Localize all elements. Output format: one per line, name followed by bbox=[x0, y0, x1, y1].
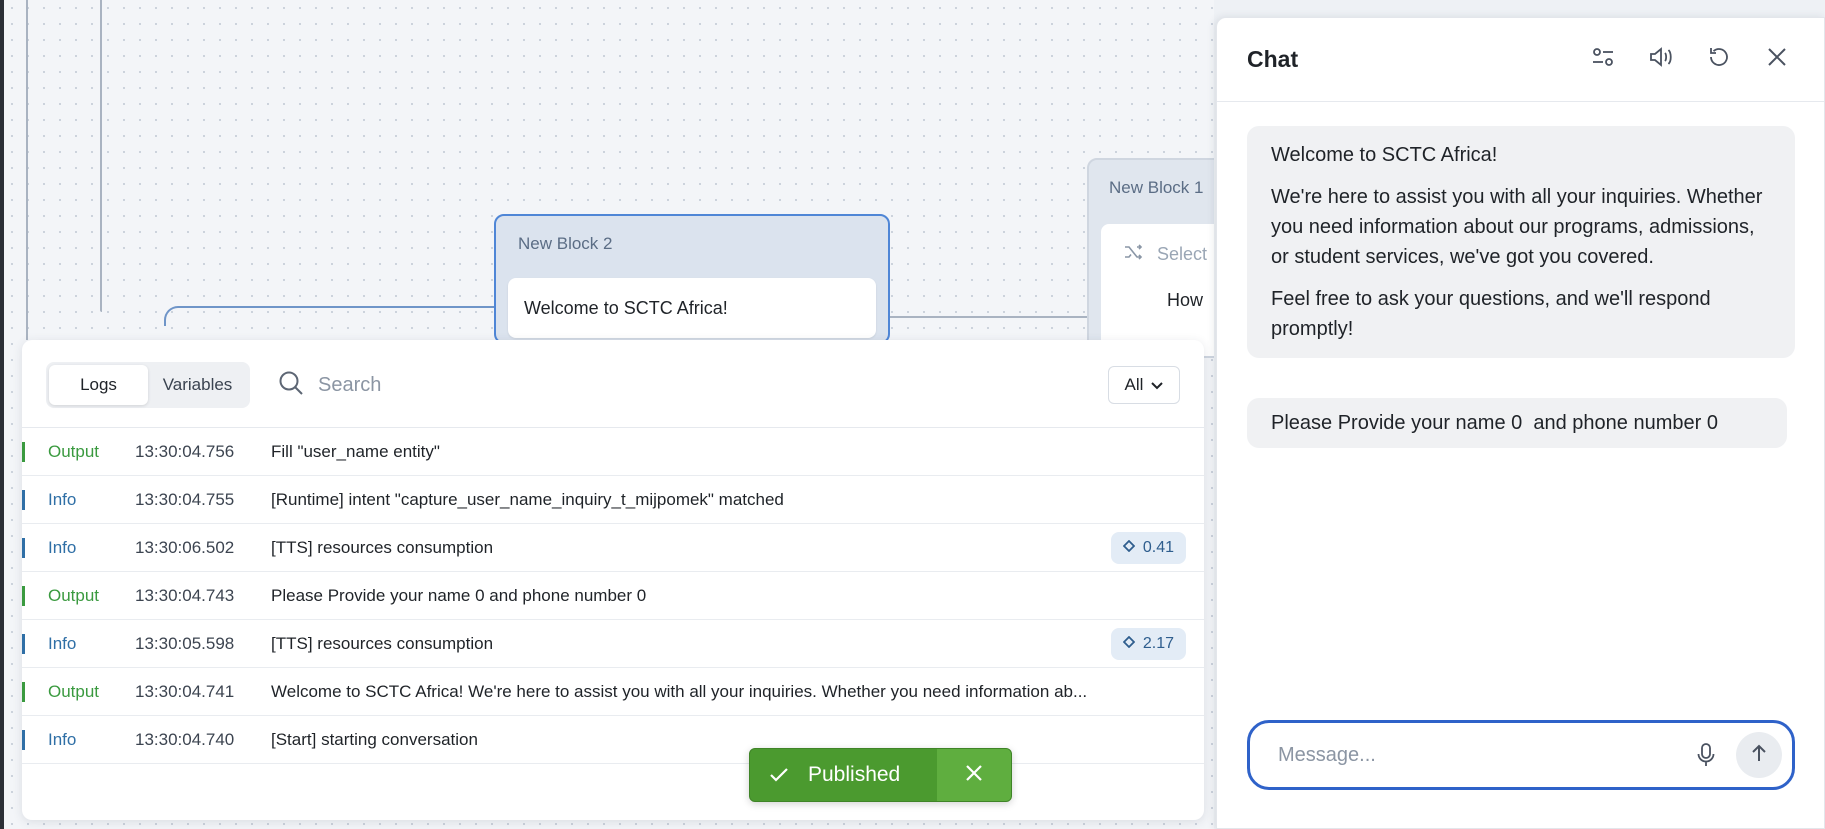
log-level-indicator bbox=[22, 634, 25, 654]
log-level: Info bbox=[48, 537, 77, 557]
log-level: Info bbox=[48, 729, 77, 749]
token-usage-value: 0.41 bbox=[1142, 539, 1174, 556]
log-level: Output bbox=[48, 681, 100, 701]
logs-toolbar: Logs Variables All bbox=[22, 340, 1204, 428]
logs-search bbox=[278, 362, 878, 408]
log-message: Welcome to SCTC Africa! We're here to as… bbox=[271, 681, 1088, 701]
bot-message: Please Provide your name 0 and phone num… bbox=[1247, 398, 1787, 448]
send-button[interactable] bbox=[1736, 732, 1782, 778]
log-message: [TTS] resources consumption bbox=[271, 537, 494, 557]
log-timestamp: 13:30:04.755 bbox=[135, 489, 235, 509]
block-title: New Block 1 bbox=[1109, 178, 1204, 197]
token-usage-badge: 0.41 bbox=[1110, 532, 1186, 564]
toast-label: Published bbox=[808, 763, 901, 786]
block-title: New Block 2 bbox=[518, 234, 613, 253]
log-message: Fill "user_name entity" bbox=[271, 441, 440, 461]
log-timestamp: 13:30:04.740 bbox=[135, 729, 235, 749]
message-composer bbox=[1247, 720, 1795, 790]
filter-value: All bbox=[1124, 375, 1144, 394]
log-level: Output bbox=[48, 441, 100, 461]
settings-sliders-icon[interactable] bbox=[1586, 40, 1620, 74]
check-icon bbox=[750, 767, 808, 783]
log-level: Info bbox=[48, 633, 77, 653]
shuffle-icon bbox=[1123, 242, 1143, 267]
connector-line bbox=[884, 316, 1094, 318]
level-filter-dropdown[interactable]: All bbox=[1108, 366, 1180, 404]
close-icon[interactable] bbox=[1760, 40, 1794, 74]
token-usage-badge: 2.17 bbox=[1110, 628, 1186, 660]
message-paragraph: Welcome to SCTC Africa! bbox=[1271, 144, 1498, 166]
message-paragraph: Please Provide your name 0 and phone num… bbox=[1271, 412, 1718, 434]
diamond-icon bbox=[1122, 635, 1136, 653]
search-input[interactable] bbox=[318, 373, 818, 397]
message-step[interactable]: Welcome to SCTC Africa! bbox=[508, 278, 876, 338]
flow-block-new-block-2[interactable]: New Block 2 Welcome to SCTC Africa! bbox=[494, 214, 890, 344]
log-level: Output bbox=[48, 585, 100, 605]
log-row[interactable]: Output 13:30:04.756 Fill "user_name entity… bbox=[22, 428, 1204, 476]
message-step-text: How bbox=[1167, 290, 1204, 310]
tab-logs[interactable]: Logs bbox=[49, 365, 148, 405]
message-paragraph: Feel free to ask your questions, and we'… bbox=[1271, 288, 1711, 340]
bot-message: Welcome to SCTC Africa! We're here to as… bbox=[1247, 126, 1795, 358]
log-timestamp: 13:30:04.743 bbox=[135, 585, 235, 605]
message-input[interactable] bbox=[1278, 743, 1684, 767]
log-level-indicator bbox=[22, 442, 25, 462]
message-paragraph: We're here to assist you with all your i… bbox=[1271, 186, 1763, 268]
arrow-up-icon bbox=[1752, 744, 1766, 767]
message-step-text: Welcome to SCTC Africa! bbox=[524, 298, 728, 318]
log-row[interactable]: Output 13:30:04.741 Welcome to SCTC Africa… bbox=[22, 668, 1204, 716]
token-usage-value: 2.17 bbox=[1142, 635, 1174, 652]
close-icon bbox=[965, 764, 983, 787]
log-level-indicator bbox=[22, 490, 25, 510]
log-row[interactable]: Info 13:30:04.755 [Runtime] intent "captur… bbox=[22, 476, 1204, 524]
chevron-down-icon bbox=[1151, 375, 1164, 395]
search-icon bbox=[278, 370, 304, 401]
log-level-indicator bbox=[22, 586, 25, 606]
select-placeholder: Select bbox=[1157, 244, 1208, 264]
log-message: [Runtime] intent "capture_user_name_inqu… bbox=[271, 489, 784, 509]
choice-step[interactable]: Select How bbox=[1101, 224, 1214, 356]
chat-title: Chat bbox=[1247, 46, 1299, 72]
microphone-icon[interactable] bbox=[1684, 733, 1728, 777]
log-message: [TTS] resources consumption bbox=[271, 633, 494, 653]
log-row[interactable]: Info 13:30:05.598 [TTS] resources consumpt… bbox=[22, 620, 1204, 668]
connector-line bbox=[100, 0, 102, 312]
tab-variables[interactable]: Variables bbox=[148, 365, 247, 405]
restart-icon[interactable] bbox=[1702, 40, 1736, 74]
diamond-icon bbox=[1122, 539, 1136, 557]
logs-tab-switch: Logs Variables bbox=[46, 362, 250, 408]
chat-header: Chat bbox=[1217, 18, 1824, 102]
flow-block-new-block-1[interactable]: New Block 1 Select How bbox=[1087, 158, 1214, 358]
log-timestamp: 13:30:04.741 bbox=[135, 681, 235, 701]
published-toast: Published bbox=[749, 748, 1012, 802]
active-connector-line bbox=[164, 306, 494, 326]
speaker-icon[interactable] bbox=[1644, 40, 1678, 74]
logs-panel: Logs Variables All Output 13:30:04.756 Fil… bbox=[22, 340, 1204, 820]
log-row[interactable]: Info 13:30:04.740 [Start] starting convers… bbox=[22, 716, 1204, 764]
log-message: Please Provide your name 0 and phone num… bbox=[271, 585, 647, 605]
log-level-indicator bbox=[22, 538, 25, 558]
log-message: [Start] starting conversation bbox=[271, 729, 478, 749]
log-timestamp: 13:30:04.756 bbox=[135, 441, 235, 461]
log-row[interactable]: Output 13:30:04.743 Please Provide your na… bbox=[22, 572, 1204, 620]
log-level-indicator bbox=[22, 730, 25, 750]
toast-close-button[interactable] bbox=[937, 749, 1011, 801]
log-row[interactable]: Info 13:30:06.502 [TTS] resources consumpt… bbox=[22, 524, 1204, 572]
connector-line bbox=[26, 0, 28, 340]
log-level: Info bbox=[48, 489, 77, 509]
log-timestamp: 13:30:06.502 bbox=[135, 537, 235, 557]
log-timestamp: 13:30:05.598 bbox=[135, 633, 235, 653]
chat-panel: Chat Welcome to SCTC Africa! We're here … bbox=[1216, 17, 1825, 829]
log-level-indicator bbox=[22, 682, 25, 702]
